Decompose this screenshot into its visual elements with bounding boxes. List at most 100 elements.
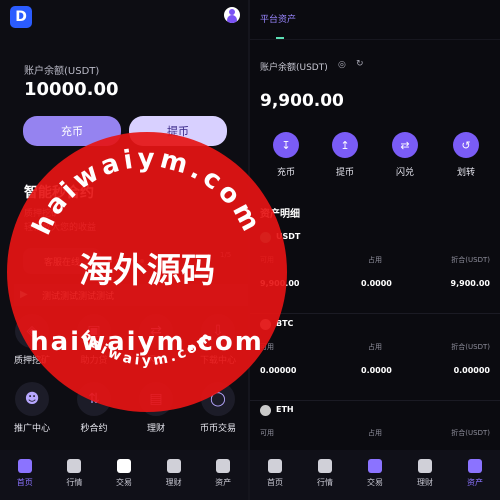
col-available-header: 可用	[260, 429, 274, 437]
market-icon	[67, 459, 82, 473]
col-frozen-header: 占用	[368, 429, 382, 437]
finance-icon	[166, 459, 181, 473]
home-icon	[17, 459, 32, 473]
promotion-icon: ☻	[15, 382, 49, 416]
withdraw-button[interactable]: 提币	[129, 116, 227, 146]
asset-name: BTC	[276, 319, 294, 328]
col-available-header: 可用	[260, 343, 274, 351]
trade-icon	[116, 459, 131, 473]
tab-platform-assets[interactable]: 平台资产	[260, 12, 296, 25]
nav-market[interactable]: 行情	[305, 459, 345, 488]
app-root: D 账户余额(USDT) 10000.00 充币 提币 智能秒合约 质押挖矿 轻…	[0, 0, 500, 500]
promo-title: 智能秒合约	[24, 185, 94, 201]
nav-label: 首页	[16, 478, 33, 487]
swap-icon: ⇄	[139, 314, 173, 348]
asset-details-title: 资产明细	[260, 209, 300, 220]
recharge-button[interactable]: 充币	[23, 116, 121, 146]
action-label: 提币	[335, 168, 354, 178]
feature-spot-trading[interactable]: ◯ 币币交易	[190, 382, 246, 434]
app-logo: D	[10, 6, 32, 28]
nav-label: 首页	[267, 478, 283, 487]
action-label: 充币	[276, 168, 295, 178]
feature-label: 闪兑	[146, 356, 165, 366]
bottom-nav: 首页 行情 交易 理财 资产	[0, 450, 248, 500]
usdt-coin-icon	[260, 232, 271, 243]
service-online-button[interactable]: 客服在线	[23, 248, 101, 274]
btc-coin-icon	[260, 319, 271, 330]
asset-row-btc[interactable]: BTC 可用 占用 折合(USDT) 0.00000 0.0000 0.0000…	[250, 319, 500, 401]
feature-label: 币币交易	[199, 424, 236, 434]
download-icon: ⇩	[201, 314, 235, 348]
assets-header: 平台资产	[250, 0, 500, 40]
asset-converted: 0.00000	[453, 366, 490, 375]
promo-line-2: 轻松放大您的收益	[24, 223, 97, 233]
nav-label: 资产	[467, 478, 483, 487]
feature-label: 助力贷	[80, 356, 108, 366]
contract-icon: ⇅	[77, 382, 111, 416]
asset-row-usdt[interactable]: USDT 可用 占用 折合(USDT) 9,900.00 0.0000 9,90…	[250, 232, 500, 314]
nav-trade[interactable]: 交易	[355, 459, 395, 488]
asset-frozen: 0.0000	[361, 366, 392, 375]
spot-trading-icon: ◯	[201, 382, 235, 416]
nav-label: 理财	[417, 478, 433, 487]
col-converted-header: 折合(USDT)	[451, 429, 490, 437]
megaphone-icon: ▶	[20, 289, 28, 300]
carousel-dots[interactable]	[108, 259, 144, 263]
action-deposit[interactable]: ↧ 充币	[266, 132, 306, 178]
action-transfer[interactable]: ↺ 划转	[446, 132, 486, 178]
nav-label: 交易	[115, 478, 132, 487]
nav-finance[interactable]: 理财	[405, 459, 445, 488]
action-withdraw[interactable]: ↥ 提币	[325, 132, 365, 178]
col-frozen-header: 占用	[368, 343, 382, 351]
asset-available: 9,900.00	[260, 279, 300, 288]
feature-loan[interactable]: ▣ 助力贷	[66, 314, 122, 366]
asset-frozen: 0.0000	[361, 279, 392, 288]
feature-promotion[interactable]: ☻ 推广中心	[4, 382, 60, 434]
user-avatar-icon[interactable]	[224, 7, 240, 23]
feature-label: 下载中心	[199, 356, 236, 366]
carousel-pager: 1/5	[220, 251, 232, 259]
wallet-icon	[468, 459, 482, 473]
nav-label: 行情	[66, 478, 83, 487]
loan-icon: ▣	[77, 314, 111, 348]
refresh-icon[interactable]: ↻	[356, 59, 364, 69]
nav-home[interactable]: 首页	[255, 459, 295, 488]
trade-icon	[368, 459, 382, 473]
deposit-icon: ↧	[273, 132, 299, 158]
finance-icon: ▤	[139, 382, 173, 416]
nav-trade[interactable]: 交易	[104, 459, 144, 488]
nav-home[interactable]: 首页	[5, 459, 45, 488]
asset-available: 0.00000	[260, 366, 297, 375]
home-screen: D 账户余额(USDT) 10000.00 充币 提币 智能秒合约 质押挖矿 轻…	[0, 0, 248, 500]
swap-icon: ⇄	[392, 132, 418, 158]
feature-staking[interactable]: ◈ 质押挖矿	[4, 314, 60, 366]
feature-label: 质押挖矿	[13, 356, 50, 366]
col-available-header: 可用	[260, 256, 274, 264]
withdraw-icon: ↥	[332, 132, 358, 158]
eth-coin-icon	[260, 405, 271, 416]
nav-finance[interactable]: 理财	[154, 459, 194, 488]
feature-swap[interactable]: ⇄ 闪兑	[128, 314, 184, 366]
nav-label: 交易	[367, 478, 383, 487]
transfer-icon: ↺	[453, 132, 479, 158]
action-swap[interactable]: ⇄ 闪兑	[385, 132, 425, 178]
feature-label: 秒合约	[80, 424, 108, 434]
nav-assets[interactable]: 资产	[455, 459, 495, 488]
feature-contract[interactable]: ⇅ 秒合约	[66, 382, 122, 434]
col-converted-header: 折合(USDT)	[451, 256, 490, 264]
feature-download[interactable]: ⇩ 下载中心	[190, 314, 246, 366]
notice-bar[interactable]: ▶ 测试测试测试测试	[14, 284, 248, 306]
assets-screen: 平台资产 账户余额(USDT) ◎ ↻ 9,900.00 ↧ 充币 ↥ 提币 ⇄…	[250, 0, 500, 500]
balance-value: 10000.00	[24, 79, 119, 100]
eye-icon[interactable]: ◎	[338, 60, 346, 70]
tab-indicator	[276, 37, 284, 39]
balance-label: 账户余额(USDT)	[24, 66, 100, 77]
nav-market[interactable]: 行情	[54, 459, 94, 488]
assets-balance-label: 账户余额(USDT)	[260, 63, 328, 73]
feature-label: 推广中心	[13, 424, 50, 434]
promo-line-1: 质押挖矿	[24, 209, 61, 219]
asset-converted: 9,900.00	[450, 279, 490, 288]
bottom-nav: 首页 行情 交易 理财 资产	[250, 450, 500, 500]
nav-assets[interactable]: 资产	[203, 459, 243, 488]
feature-finance[interactable]: ▤ 理财	[128, 382, 184, 434]
